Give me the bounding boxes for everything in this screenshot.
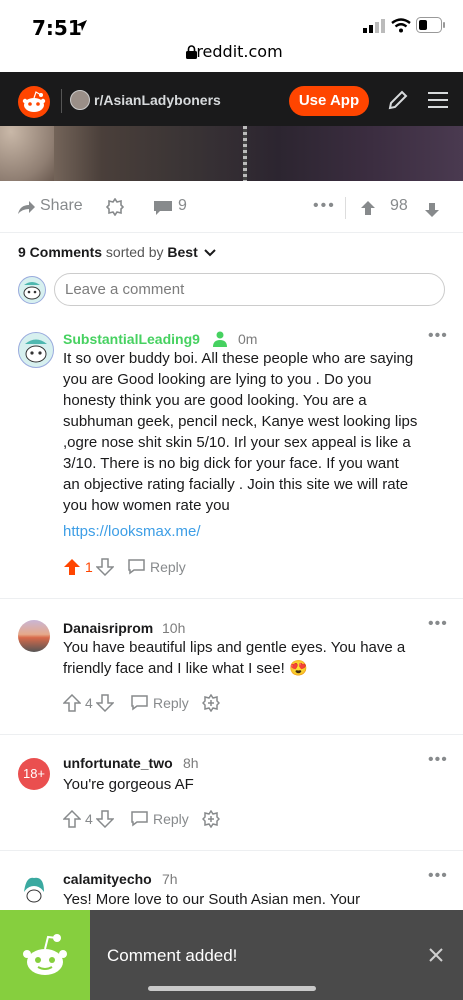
- upvote-icon[interactable]: [63, 810, 81, 828]
- comment-more-icon[interactable]: •••: [428, 867, 448, 885]
- post-image[interactable]: [0, 126, 463, 181]
- sort-value[interactable]: Best: [167, 244, 197, 260]
- snoo-icon: [23, 934, 67, 975]
- comment-more-icon[interactable]: •••: [428, 327, 448, 345]
- sorted-by-label: sorted by: [105, 244, 164, 260]
- comment-time: 8h: [183, 755, 199, 771]
- comment-body: You have beautiful lips and gentle eyes.…: [63, 637, 405, 679]
- comment-votes: 4: [85, 695, 93, 711]
- comment-count: 9: [178, 197, 187, 214]
- status-bar: 7:51 reddit.com: [0, 0, 463, 72]
- comment-body: It so over buddy boi. All these people w…: [63, 348, 417, 516]
- wifi-icon: [391, 18, 411, 33]
- comment-more-icon[interactable]: •••: [428, 615, 448, 633]
- comment-line: subhuman geek, pencil neck, Kanye west l…: [63, 413, 418, 430]
- award-icon[interactable]: [202, 810, 220, 828]
- comment-bubble-icon[interactable]: [152, 199, 174, 216]
- comment-username[interactable]: Danaisriprom: [63, 620, 153, 636]
- downvote-icon[interactable]: [96, 810, 114, 828]
- comments-sort-bar[interactable]: 9 Comments sorted by Best: [18, 244, 216, 260]
- reddit-logo-icon[interactable]: [18, 86, 50, 118]
- upvote-icon[interactable]: [63, 558, 81, 576]
- comment-votes: 1: [85, 559, 93, 575]
- comment-username[interactable]: unfortunate_two: [63, 755, 173, 771]
- chevron-down-icon[interactable]: [203, 248, 216, 258]
- action-divider: [345, 197, 346, 219]
- award-icon[interactable]: [106, 198, 124, 216]
- comment-line: You have beautiful lips and gentle eyes.…: [63, 639, 406, 656]
- comment-time: 0m: [238, 331, 258, 347]
- hamburger-menu-icon[interactable]: [426, 88, 450, 112]
- subreddit-avatar[interactable]: [70, 90, 90, 110]
- battery-icon: [416, 17, 445, 33]
- reply-icon[interactable]: [130, 810, 149, 827]
- downvote-icon[interactable]: [96, 694, 114, 712]
- comment-line: you are Good looking are lying to you . …: [63, 371, 372, 388]
- comment-avatar[interactable]: [18, 332, 54, 368]
- upvote-icon[interactable]: [360, 200, 376, 216]
- section-divider: [0, 232, 463, 233]
- cellular-signal-icon: [363, 19, 385, 33]
- use-app-button[interactable]: Use App: [289, 86, 369, 116]
- comment-username[interactable]: SubstantialLeading9: [63, 331, 200, 347]
- comment-total: 9 Comments: [18, 244, 103, 260]
- comment-line: you how women rate you: [63, 497, 230, 514]
- share-button[interactable]: Share: [40, 197, 83, 215]
- comment-avatar[interactable]: [18, 872, 50, 904]
- downvote-icon[interactable]: [424, 202, 440, 218]
- nav-divider: [61, 89, 62, 113]
- op-user-icon: [213, 331, 227, 347]
- pencil-icon[interactable]: [386, 88, 410, 112]
- comment-line: 3/10. There is no big dick for your face…: [63, 455, 399, 472]
- comment-body: Yes! More love to our South Asian men. Y…: [63, 889, 360, 910]
- reply-icon[interactable]: [127, 558, 146, 575]
- nsfw-avatar-icon[interactable]: 18+: [18, 758, 50, 790]
- comment-username[interactable]: calamityecho: [63, 871, 152, 887]
- toast-message: Comment added!: [107, 946, 238, 965]
- close-icon[interactable]: [428, 947, 444, 963]
- comment-avatar[interactable]: [18, 620, 50, 652]
- comment-line: Yes! More love to our South Asian men. Y…: [63, 891, 361, 908]
- comment-separator: [0, 850, 463, 851]
- comment-time: 7h: [162, 871, 178, 887]
- comment-more-icon[interactable]: •••: [428, 751, 448, 769]
- reply-button[interactable]: Reply: [153, 811, 189, 827]
- comment-line: You're gorgeous AF: [63, 776, 194, 793]
- share-icon[interactable]: [18, 199, 36, 215]
- toast-icon-box: [0, 910, 90, 1000]
- post-score: 98: [390, 197, 408, 214]
- url-bar[interactable]: reddit.com: [0, 42, 463, 61]
- award-icon[interactable]: [202, 694, 220, 712]
- downvote-icon[interactable]: [96, 558, 114, 576]
- comment-body: You're gorgeous AF: [63, 774, 194, 795]
- image-skin-area: [0, 126, 54, 181]
- url-text: reddit.com: [196, 42, 283, 61]
- home-indicator[interactable]: [148, 986, 316, 991]
- subreddit-name[interactable]: r/AsianLadyboners: [94, 92, 221, 108]
- location-arrow-icon: [76, 20, 87, 31]
- comment-separator: [0, 598, 463, 599]
- more-options-icon[interactable]: •••: [313, 197, 336, 215]
- user-avatar[interactable]: [18, 276, 46, 304]
- comment-votes: 4: [85, 811, 93, 827]
- image-zipper: [243, 126, 247, 181]
- comment-line: It so over buddy boi. All these people w…: [63, 350, 414, 367]
- comment-link[interactable]: https://looksmax.me/: [63, 521, 201, 542]
- comment-input[interactable]: Leave a comment: [54, 273, 445, 306]
- comment-line: ,ogre nose shit skin 5/10. Irl your sex …: [63, 434, 411, 451]
- reply-icon[interactable]: [130, 694, 149, 711]
- reply-button[interactable]: Reply: [153, 695, 189, 711]
- reply-button[interactable]: Reply: [150, 559, 186, 575]
- comment-line: honesty think you are good looking. You …: [63, 392, 367, 409]
- comment-separator: [0, 734, 463, 735]
- upvote-icon[interactable]: [63, 694, 81, 712]
- comment-line: friendly face and I like what I see! 😍: [63, 660, 308, 677]
- comment-line: an objective rating facially . Join this…: [63, 476, 409, 493]
- comment-time: 10h: [162, 620, 186, 636]
